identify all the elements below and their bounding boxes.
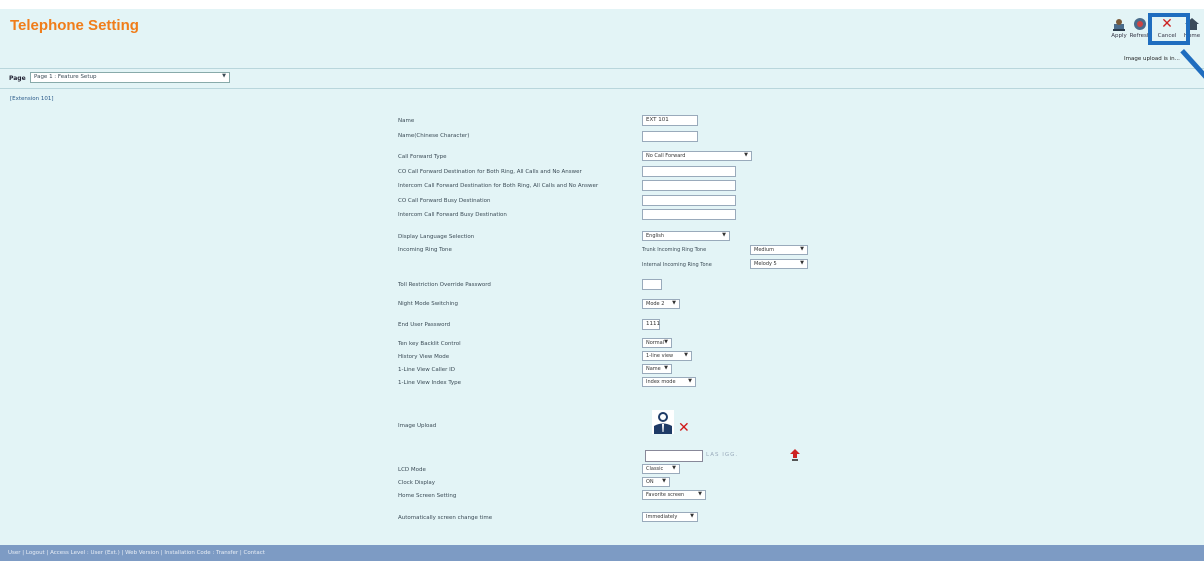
delete-icon[interactable]: ✕ bbox=[678, 421, 690, 435]
clock-display-select[interactable]: ON ▼ bbox=[642, 477, 670, 487]
internal-ring-tone-value: Melody 5 bbox=[754, 261, 777, 267]
tenkey-backlit-label: Ten key Backlit Control bbox=[398, 341, 461, 347]
chevron-down-icon: ▼ bbox=[664, 339, 668, 345]
chevron-down-icon: ▼ bbox=[744, 152, 748, 158]
name-chinese-label: Name(Chinese Character) bbox=[398, 133, 470, 139]
history-view-select[interactable]: 1-line view ▼ bbox=[642, 351, 692, 361]
chevron-down-icon: ▼ bbox=[698, 491, 702, 497]
co-cf-dest-all-input[interactable] bbox=[642, 166, 736, 177]
upload-icon[interactable] bbox=[790, 449, 800, 461]
auto-screen-change-select[interactable]: Immediately ▼ bbox=[642, 512, 698, 522]
header: Telephone Setting Apply Refresh ✕ Cancel bbox=[0, 9, 1204, 83]
history-view-label: History View Mode bbox=[398, 354, 450, 360]
footer-links[interactable]: User | Logout | Access Level : User (Ext… bbox=[8, 550, 265, 556]
clock-display-value: ON bbox=[646, 479, 654, 485]
lcd-mode-select[interactable]: Classic ▼ bbox=[642, 464, 680, 474]
chevron-down-icon: ▼ bbox=[684, 352, 688, 358]
call-forward-type-value: No Call Forward bbox=[646, 153, 686, 159]
call-forward-type-label: Call Forward Type bbox=[398, 154, 447, 160]
end-user-password-input[interactable]: 1111 bbox=[642, 319, 660, 330]
night-mode-value: Mode 2 bbox=[646, 301, 665, 307]
line-index-type-select[interactable]: Index mode ▼ bbox=[642, 377, 696, 387]
line-caller-id-value: Name bbox=[646, 366, 661, 372]
chevron-down-icon: ▼ bbox=[800, 246, 804, 252]
incoming-ring-tone-label: Incoming Ring Tone bbox=[398, 247, 452, 253]
home-screen-value: Favorite screen bbox=[646, 492, 685, 498]
display-language-select[interactable]: English ▼ bbox=[642, 231, 730, 241]
home-screen-label: Home Screen Setting bbox=[398, 493, 457, 499]
highlight-box bbox=[1148, 13, 1190, 45]
file-input[interactable] bbox=[645, 450, 703, 462]
upload-status-message: Image upload is in... bbox=[1124, 56, 1180, 62]
line-index-type-label: 1-Line View Index Type bbox=[398, 380, 462, 386]
icm-cf-dest-all-label: Intercom Call Forward Destination for Bo… bbox=[398, 183, 599, 189]
auto-screen-change-label: Automatically screen change time bbox=[398, 515, 493, 521]
chevron-down-icon: ▼ bbox=[664, 365, 668, 371]
lcd-mode-value: Classic bbox=[646, 466, 664, 472]
trunk-ring-tone-select[interactable]: Medium ▼ bbox=[750, 245, 808, 255]
night-mode-label: Night Mode Switching bbox=[398, 301, 458, 307]
night-mode-select[interactable]: Mode 2 ▼ bbox=[642, 299, 680, 309]
call-forward-type-select[interactable]: No Call Forward ▼ bbox=[642, 151, 752, 161]
refresh-icon bbox=[1134, 18, 1146, 30]
toll-override-input[interactable] bbox=[642, 279, 662, 290]
chevron-down-icon: ▼ bbox=[672, 465, 676, 471]
clock-display-label: Clock Display bbox=[398, 480, 435, 486]
name-chinese-input[interactable] bbox=[642, 131, 698, 142]
file-input-text: LAS IGG. bbox=[706, 452, 739, 458]
auto-screen-change-value: Immediately bbox=[646, 514, 678, 520]
chevron-down-icon: ▼ bbox=[688, 378, 692, 384]
chevron-down-icon: ▼ bbox=[722, 232, 726, 238]
trunk-ring-tone-value: Medium bbox=[754, 247, 774, 253]
page-select[interactable]: Page 1 : Feature Setup ▼ bbox=[30, 72, 230, 83]
tenkey-backlit-value: Normal bbox=[646, 340, 665, 346]
internal-ring-tone-label: Internal Incoming Ring Tone bbox=[642, 262, 712, 268]
display-language-label: Display Language Selection bbox=[398, 234, 475, 240]
chevron-down-icon: ▼ bbox=[672, 300, 676, 306]
apply-icon bbox=[1113, 19, 1125, 31]
display-language-value: English bbox=[646, 233, 665, 239]
footer: User | Logout | Access Level : User (Ext… bbox=[0, 545, 1204, 561]
tenkey-backlit-select[interactable]: Normal ▼ bbox=[642, 338, 672, 348]
page-label: Page bbox=[9, 75, 26, 82]
lcd-mode-label: LCD Mode bbox=[398, 467, 426, 473]
name-label: Name bbox=[398, 118, 415, 124]
chevron-down-icon: ▼ bbox=[690, 513, 694, 519]
app-window: Telephone Setting Apply Refresh ✕ Cancel bbox=[0, 9, 1204, 561]
extension-label: [Extension 101] bbox=[10, 96, 54, 102]
end-user-password-label: End User Password bbox=[398, 322, 451, 328]
trunk-ring-tone-label: Trunk Incoming Ring Tone bbox=[642, 247, 707, 253]
name-input[interactable]: EXT 101 bbox=[642, 115, 698, 126]
avatar-icon bbox=[652, 410, 674, 434]
co-cf-dest-all-label: CO Call Forward Destination for Both Rin… bbox=[398, 169, 582, 175]
page-select-value: Page 1 : Feature Setup bbox=[34, 74, 97, 80]
line-caller-id-label: 1-Line View Caller ID bbox=[398, 367, 456, 373]
page-title: Telephone Setting bbox=[10, 17, 139, 34]
co-cf-busy-input[interactable] bbox=[642, 195, 736, 206]
icm-cf-busy-input[interactable] bbox=[642, 209, 736, 220]
image-upload-label: Image Upload bbox=[398, 423, 437, 429]
page-selector-row: Page Page 1 : Feature Setup ▼ bbox=[0, 69, 1204, 89]
internal-ring-tone-select[interactable]: Melody 5 ▼ bbox=[750, 259, 808, 269]
icm-cf-busy-label: Intercom Call Forward Busy Destination bbox=[398, 212, 507, 218]
chevron-down-icon: ▼ bbox=[222, 73, 226, 79]
toll-override-label: Toll Restriction Override Password bbox=[398, 282, 491, 288]
chevron-down-icon: ▼ bbox=[800, 260, 804, 266]
chevron-down-icon: ▼ bbox=[662, 478, 666, 484]
history-view-value: 1-line view bbox=[646, 353, 674, 359]
line-caller-id-select[interactable]: Name ▼ bbox=[642, 364, 672, 374]
co-cf-busy-label: CO Call Forward Busy Destination bbox=[398, 198, 491, 204]
home-screen-select[interactable]: Favorite screen ▼ bbox=[642, 490, 706, 500]
icm-cf-dest-all-input[interactable] bbox=[642, 180, 736, 191]
line-index-type-value: Index mode bbox=[646, 379, 676, 385]
